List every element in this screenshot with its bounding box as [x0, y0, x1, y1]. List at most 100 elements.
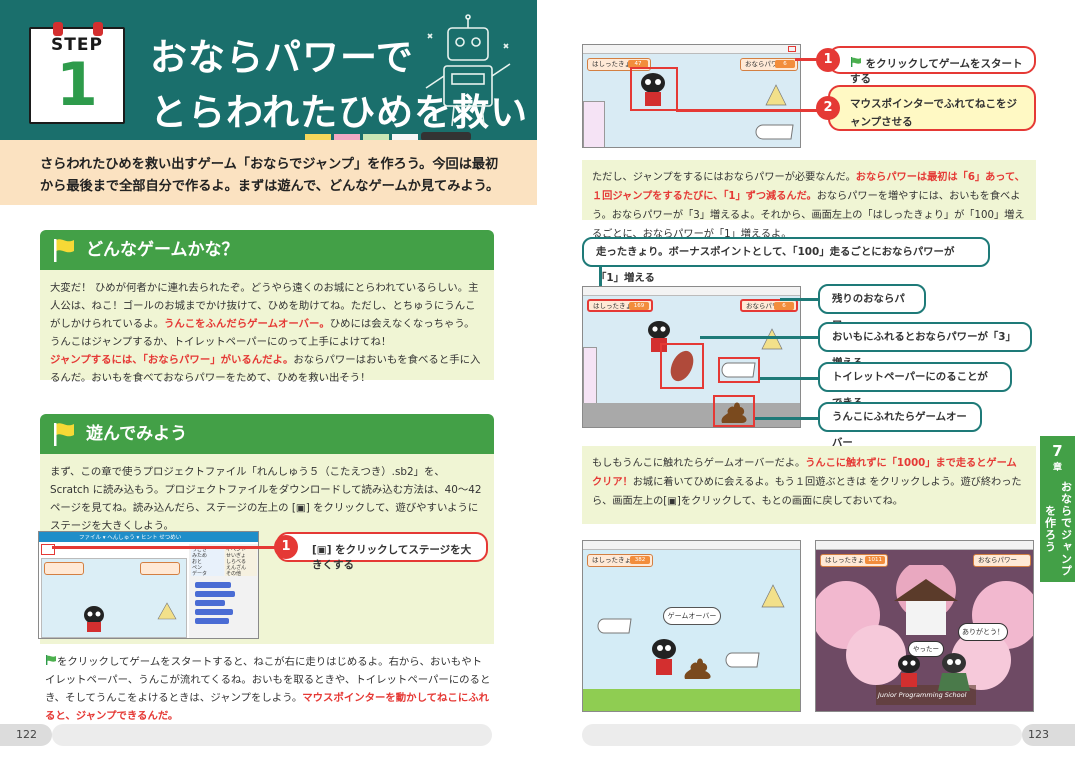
castle-icon: [157, 602, 177, 620]
distance-value: 169: [629, 302, 649, 310]
left-page: STEP 1 おならパワーで とらわれたひめを救い出せ さらわれたひめを救い出す…: [0, 0, 537, 759]
info-text: もしもうんこに触れたらゲームオーバーだよ。: [592, 458, 806, 469]
section-body-game: 大変だ！ ひめが何者かに連れ去られたぞ。どうやら遠くのお城にとらわれているらしい…: [40, 270, 494, 384]
distance-value: 382: [630, 556, 650, 564]
cat-sprite-icon: [84, 606, 104, 632]
section-heading-play: 遊んでみよう: [40, 414, 494, 454]
code-block[interactable]: [195, 591, 235, 597]
section-heading-game: どんなゲームかな？: [40, 230, 494, 270]
editor-menu-text: ファイル ▾ へんしゅう ▾ ヒント せつめい: [79, 535, 182, 541]
flag-icon: [54, 239, 74, 262]
body-highlight: うんこをふんだらゲームオーバー。: [163, 318, 330, 330]
green-flag-icon: [45, 653, 57, 665]
body-highlight: ジャンプするには、「おならパワー」がいるんだよ。: [50, 354, 294, 366]
power-value: 6: [775, 60, 795, 68]
block-category[interactable]: データ: [192, 571, 223, 577]
speech-bubble-gameover: ゲームオーバー: [663, 607, 721, 625]
editor-stage: [41, 558, 187, 638]
stage-topbar: [583, 541, 800, 550]
code-block[interactable]: [195, 618, 229, 624]
speech-bubble-thanks: ありがとう！: [958, 623, 1008, 641]
distance-label: はしったきょり: [825, 556, 871, 564]
school-logo-text: Junior Programming School: [878, 691, 967, 699]
toilet-paper-icon: [755, 124, 794, 140]
callout-number: 1: [274, 535, 298, 559]
toilet-paper-icon: [721, 362, 756, 378]
callout-number: 2: [816, 96, 840, 120]
chapter-title: おならでジャンプを作ろう: [1043, 481, 1073, 577]
page-number-bar: 123: [1022, 724, 1075, 746]
code-block[interactable]: [195, 582, 231, 588]
stage-topbar: [583, 45, 800, 54]
label-connector: [780, 298, 820, 301]
page-footer-band: [52, 724, 492, 746]
step-card: STEP 1: [29, 22, 125, 124]
sweet-potato-icon: [670, 350, 694, 382]
power-pill: [140, 562, 180, 575]
start-door: [583, 101, 605, 147]
robot-doodle-icon: [425, 14, 511, 127]
cat-sprite-icon: [898, 655, 920, 687]
distance-value: 1011: [865, 556, 885, 564]
stage-ground: [583, 689, 800, 711]
callout-connector: [52, 546, 276, 549]
callout-jump: マウスポインターでふれてねこをジャンプさせる: [828, 85, 1036, 131]
card-ring: [93, 22, 103, 36]
power-value: 6: [774, 302, 794, 310]
thanks-text: ありがとう！: [962, 628, 1004, 636]
block-categories: うごき みため おと ペン データ: [191, 546, 224, 577]
stage-screenshot-clear: はしったきょり 1011 おならパワー ありがとう！ やったー Junior P…: [815, 540, 1034, 712]
page-number: 123: [1028, 728, 1049, 741]
power-pill: おならパワー 6: [740, 58, 798, 71]
info-power-rules: ただし、ジャンプをするにはおならパワーが必要なんだ。おならパワーは最初は「6」あ…: [582, 160, 1036, 240]
info-text: ただし、ジャンプをするにはおならパワーが必要なんだ。: [592, 172, 856, 183]
page-footer-band: [582, 724, 1022, 746]
toilet-paper-icon: [597, 618, 632, 634]
castle-icon: [761, 584, 785, 608]
block-categories-2: イベント せいぎょ しらべる えんざん その他: [225, 546, 257, 577]
chapter-number: 7: [1052, 442, 1063, 460]
info-text: お城に着いてひめに会えるよ。もう１回遊ぶときは をクリックしよう。遊び終わったら…: [592, 477, 1022, 507]
green-flag-icon: [851, 57, 861, 67]
editor-block-palette: うごき みため おと ペン データ イベント せいぎょ しらべる えんざん その…: [189, 544, 258, 638]
section-heading-text: 遊んでみよう: [86, 424, 188, 444]
page-number: 122: [16, 728, 37, 741]
label-connector: [760, 377, 820, 380]
info-game-over: もしもうんこに触れたらゲームオーバーだよ。うんこに触れずに「1000」まで走ると…: [582, 446, 1036, 524]
label-connector: [755, 417, 820, 420]
distance-pill: [44, 562, 84, 575]
stage-screenshot-start: はしったきょり 47 おならパワー 6: [582, 44, 801, 148]
flag-icon: [54, 423, 74, 446]
block-category[interactable]: その他: [226, 571, 256, 577]
label-sweet-potato: おいもにふれるとおならパワーが「3」増える: [818, 322, 1032, 369]
toilet-paper-icon: [725, 652, 760, 668]
stage-ground: [583, 403, 800, 427]
stage-screenshot-gameover: はしったきょり 382 ゲームオーバー: [582, 540, 801, 712]
page-title-line1: おならパワーで: [150, 36, 414, 79]
chapter-side-tab: 7 章 おならでジャンプを作ろう: [1040, 436, 1075, 582]
page-number-bar: 122: [0, 724, 52, 746]
step-number: 1: [56, 50, 98, 120]
label-remaining-power: 残りのおならパワー: [818, 284, 926, 331]
section-heading-text: どんなゲームかな？: [86, 240, 239, 260]
poop-icon: [721, 402, 747, 423]
editor-menubar: ファイル ▾ へんしゅう ▾ ヒント せつめい: [39, 532, 258, 542]
callout-number: 1: [816, 48, 840, 72]
green-flag-button[interactable]: [788, 46, 796, 52]
code-block[interactable]: [195, 609, 233, 615]
code-block[interactable]: [195, 600, 225, 606]
gameover-text: ゲームオーバー: [667, 612, 717, 620]
stage-topbar: [816, 541, 1033, 550]
distance-pill: はしったきょり 382: [587, 554, 653, 567]
label-toilet-paper: トイレットペーパーにのることができる: [818, 362, 1012, 409]
power-pill: おならパワー 6: [740, 299, 798, 312]
cat-highlight: [630, 67, 678, 111]
power-label: おならパワー: [978, 556, 1017, 564]
note-distance-bonus: 走ったきょり。ボーナスポイントとして、「100」走るごとにおならパワーが「1」増…: [582, 237, 990, 284]
label-connector: [700, 336, 820, 339]
bottom-text: をクリックしてゲームをスタートすると、ねこが右に走りはじめるよ。右から、おいもや…: [45, 653, 491, 725]
callout-start-game: をクリックしてゲームをスタートする: [828, 46, 1036, 85]
label-poop: うんこにふれたらゲームオーバー: [818, 402, 982, 449]
callout-connector: [676, 109, 826, 112]
princess-icon: [938, 653, 970, 691]
